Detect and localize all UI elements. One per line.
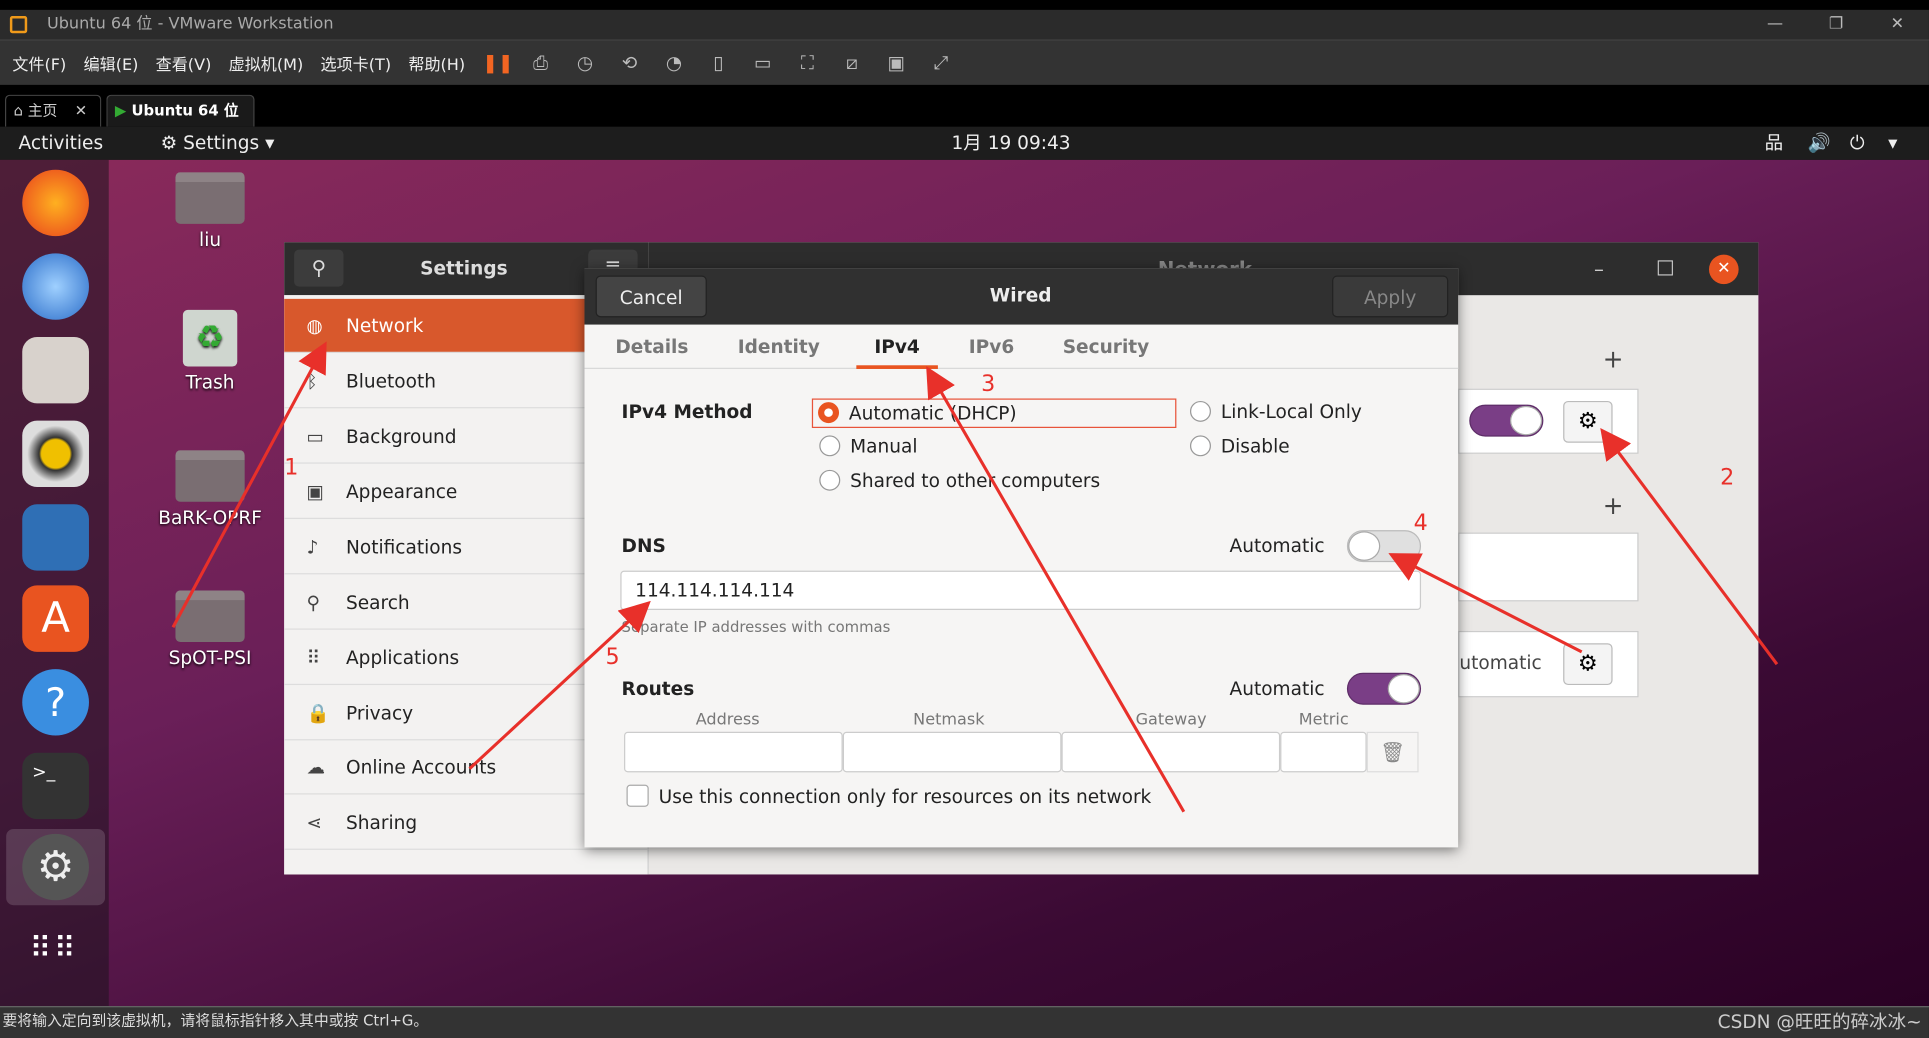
- annotation-label-3: 3: [981, 371, 996, 398]
- watermark: CSDN @旺旺的碎冰冰~: [1717, 1010, 1922, 1034]
- annotation-label-2: 2: [1720, 464, 1735, 491]
- annotation-arrows: [171, 341, 1779, 813]
- annotation-arrow-1: [171, 341, 327, 628]
- annotation-arrow-5: [468, 600, 651, 770]
- annotation-label-5: 5: [605, 644, 620, 671]
- annotation-arrow-2: [1600, 427, 1779, 666]
- annotation-arrow-3: [926, 366, 1186, 813]
- annotation-label-4: 4: [1413, 510, 1428, 537]
- vmware-status-bar: 要将输入定向到该虚拟机，请将鼠标指针移入其中或按 Ctrl+G。 CSDN @旺…: [0, 1006, 1929, 1038]
- status-text: 要将输入定向到该虚拟机，请将鼠标指针移入其中或按 Ctrl+G。: [2, 1012, 429, 1030]
- annotation-label-1: 1: [284, 455, 299, 481]
- annotation-arrow-4: [1388, 553, 1583, 654]
